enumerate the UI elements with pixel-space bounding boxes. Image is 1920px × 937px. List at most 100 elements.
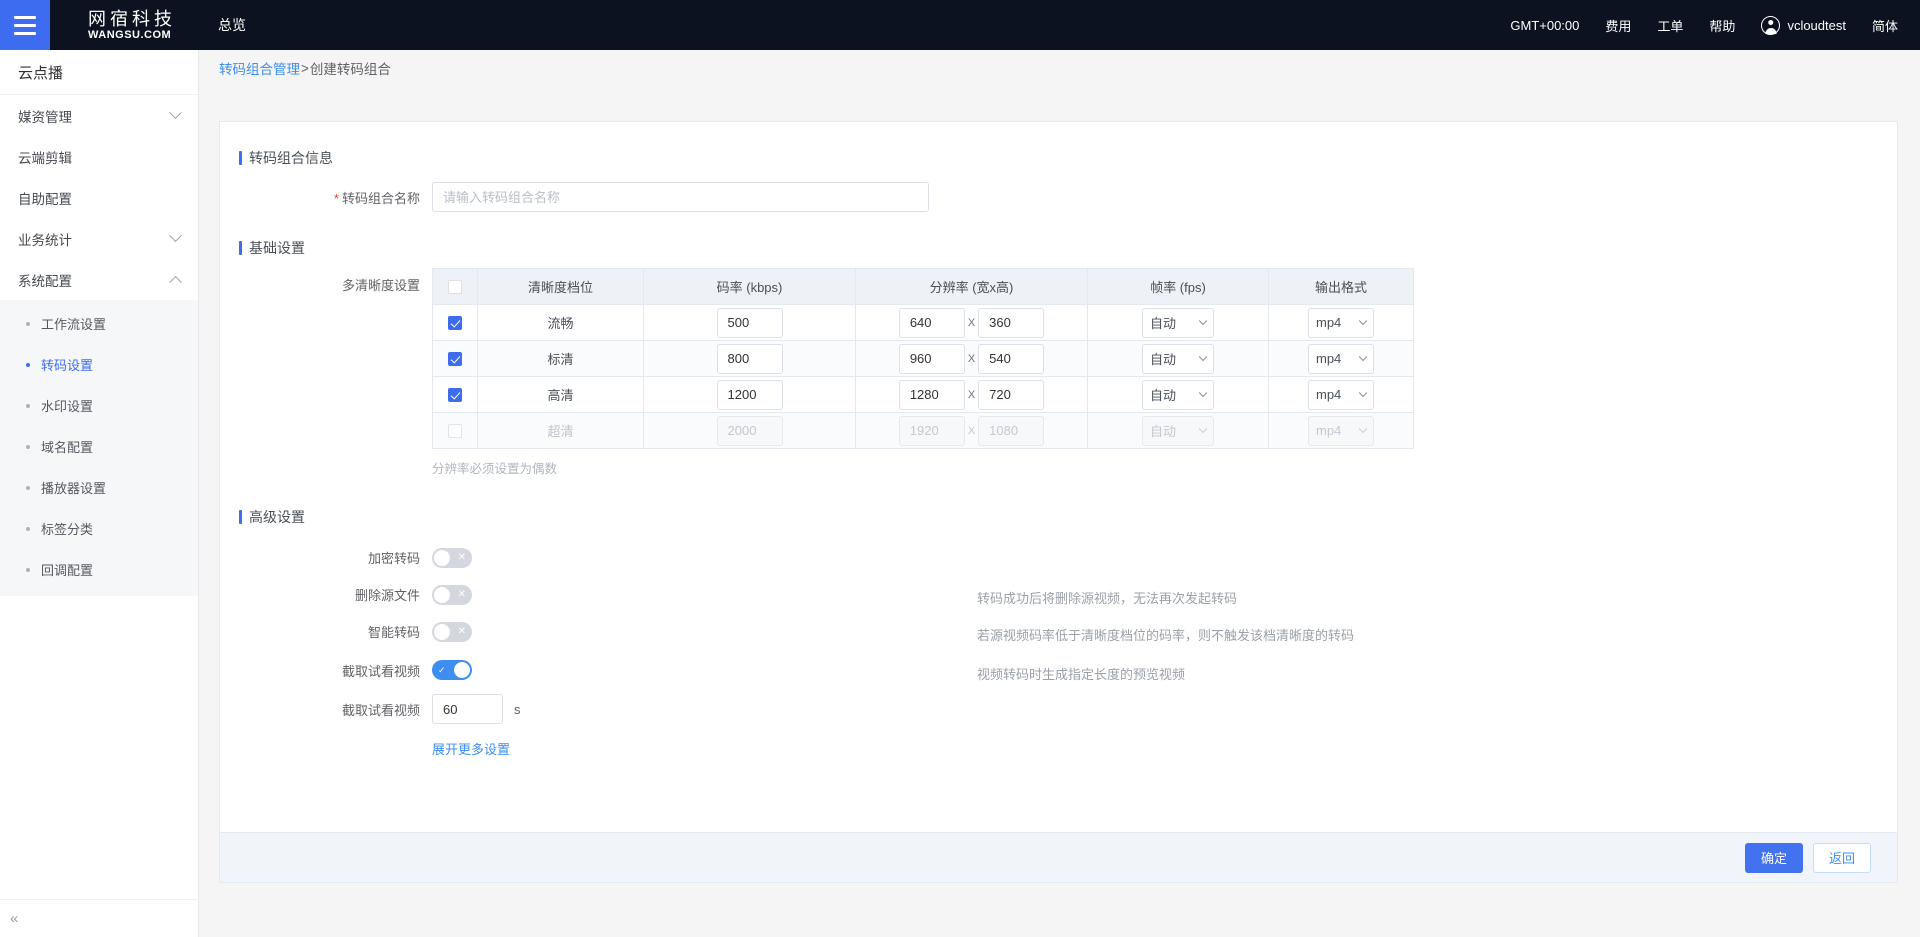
row-select-cell bbox=[432, 376, 478, 413]
quality-table-body: 流畅 X bbox=[432, 304, 1414, 449]
height-input[interactable] bbox=[978, 379, 1045, 410]
advanced-row-label: 加密转码 bbox=[367, 551, 420, 566]
sidebar-item-label: 云端剪辑 bbox=[18, 150, 72, 166]
toggle-on-icon: ✓ bbox=[438, 664, 446, 675]
sidebar-subitem-domain[interactable]: 域名配置 bbox=[0, 426, 198, 467]
confirm-button[interactable]: 确定 bbox=[1745, 842, 1803, 873]
form-card-body: 转码组合信息 *转码组合名称 基础设置 多清晰度设置 bbox=[220, 122, 1897, 832]
row-level-cell: 超清 bbox=[477, 412, 644, 449]
bitrate-input[interactable] bbox=[716, 307, 783, 338]
advanced-settings-group: 加密转码 ✕ 删除源文件 ✕ 转码成功后将删除源视频，无法再次发起转码 智能转码… bbox=[220, 539, 1897, 758]
select-all-checkbox[interactable] bbox=[448, 280, 462, 295]
encrypt-toggle[interactable]: ✕ bbox=[432, 547, 472, 568]
bullet-icon bbox=[26, 526, 30, 531]
sidebar-submenu: 工作流设置 转码设置 水印设置 域名配置 播放器设置 标签分类 回调配置 bbox=[0, 300, 198, 596]
sidebar-subitem-watermark[interactable]: 水印设置 bbox=[0, 385, 198, 426]
width-input[interactable] bbox=[898, 307, 965, 338]
topnav-ticket[interactable]: 工单 bbox=[1657, 16, 1683, 35]
col-header-resolution: 分辨率 (宽x高) bbox=[855, 268, 1088, 305]
advanced-row-label: 删除源文件 bbox=[354, 588, 420, 603]
chevron-down-icon bbox=[1358, 352, 1368, 361]
quality-table-head: 清晰度档位 码率 (kbps) 分辨率 (宽x高) 帧率 (fps) 输出格式 bbox=[432, 268, 1414, 305]
username-label: vcloudtest bbox=[1787, 17, 1846, 33]
sidebar-item-self-config[interactable]: 自助配置 bbox=[0, 177, 198, 218]
fps-select: 自动 bbox=[1142, 415, 1214, 446]
topnav-cost[interactable]: 费用 bbox=[1605, 16, 1631, 35]
combo-name-input[interactable] bbox=[432, 182, 929, 212]
brand-name-cn: 网宿科技 bbox=[88, 8, 176, 29]
row-format-cell: mp4 bbox=[1268, 304, 1414, 341]
bitrate-input[interactable] bbox=[716, 379, 783, 410]
delete-source-toggle[interactable]: ✕ bbox=[432, 584, 472, 605]
fps-select-value: 自动 bbox=[1150, 316, 1177, 331]
row-resolution-cell: X bbox=[855, 340, 1088, 377]
width-input[interactable] bbox=[898, 379, 965, 410]
sidebar-subitem-label: 播放器设置 bbox=[41, 481, 107, 496]
table-row: 标清 X bbox=[432, 340, 1414, 377]
form-footer: 确定 返回 bbox=[220, 832, 1897, 882]
height-input[interactable] bbox=[978, 307, 1045, 338]
sidebar-subitem-workflow[interactable]: 工作流设置 bbox=[0, 303, 198, 344]
advanced-row-controls: ✕ 转码成功后将删除源视频，无法再次发起转码 bbox=[432, 584, 1897, 606]
advanced-row-controls: ✓ 视频转码时生成指定长度的预览视频 bbox=[432, 660, 1897, 682]
quality-table: 清晰度档位 码率 (kbps) 分辨率 (宽x高) 帧率 (fps) 输出格式 bbox=[432, 268, 1414, 449]
row-fps-cell: 自动 bbox=[1087, 340, 1269, 377]
sidebar-item-label: 系统配置 bbox=[18, 273, 72, 289]
fps-select[interactable]: 自动 bbox=[1142, 379, 1214, 410]
bullet-icon bbox=[26, 321, 30, 326]
format-select[interactable]: mp4 bbox=[1308, 379, 1374, 410]
fps-select[interactable]: 自动 bbox=[1142, 307, 1214, 338]
toggle-off-icon: ✕ bbox=[457, 625, 466, 637]
sidebar-collapse-button[interactable]: « bbox=[0, 899, 199, 937]
row-checkbox[interactable] bbox=[448, 352, 462, 367]
preview-duration-input[interactable] bbox=[432, 694, 503, 724]
preview-clip-toggle[interactable]: ✓ bbox=[432, 660, 472, 680]
sidebar-item-cloud-edit[interactable]: 云端剪辑 bbox=[0, 136, 198, 177]
advanced-row-description: 转码成功后将删除源视频，无法再次发起转码 bbox=[977, 590, 1238, 606]
row-checkbox[interactable] bbox=[448, 388, 462, 403]
sidebar-item-media[interactable]: 媒资管理 bbox=[0, 95, 198, 136]
breadcrumb-separator: > bbox=[301, 60, 309, 76]
width-input[interactable] bbox=[898, 343, 965, 374]
brand-logo[interactable]: 网宿科技 WANGSU.COM bbox=[88, 10, 176, 41]
hamburger-icon[interactable] bbox=[0, 0, 50, 50]
hamburger-line bbox=[14, 15, 36, 19]
advanced-row-preview-clip: 截取试看视频 ✓ 视频转码时生成指定长度的预览视频 bbox=[220, 650, 1897, 690]
x-symbol: X bbox=[967, 424, 976, 437]
sidebar-subitem-label: 域名配置 bbox=[41, 440, 94, 455]
sidebar-item-statistics[interactable]: 业务统计 bbox=[0, 218, 198, 259]
sidebar-subitem-tags[interactable]: 标签分类 bbox=[0, 508, 198, 549]
back-button[interactable]: 返回 bbox=[1813, 842, 1871, 873]
row-checkbox[interactable] bbox=[448, 424, 462, 439]
format-select[interactable]: mp4 bbox=[1308, 343, 1374, 374]
sidebar-item-system-config[interactable]: 系统配置 bbox=[0, 259, 198, 300]
format-select[interactable]: mp4 bbox=[1308, 307, 1374, 338]
topbar-right-group: GMT+00:00 费用 工单 帮助 vcloudtest 简体 bbox=[1484, 15, 1920, 35]
sidebar-item-label: 媒资管理 bbox=[18, 109, 72, 125]
smart-transcode-toggle[interactable]: ✕ bbox=[432, 621, 472, 642]
chevron-down-icon bbox=[169, 229, 182, 243]
chevron-down-icon bbox=[1358, 316, 1368, 325]
quality-table-label: 多清晰度设置 bbox=[341, 278, 420, 293]
width-input bbox=[898, 415, 965, 446]
height-input[interactable] bbox=[978, 343, 1045, 374]
sidebar-subitem-transcode[interactable]: 转码设置 bbox=[0, 344, 198, 385]
sidebar-item-label: 业务统计 bbox=[18, 232, 72, 248]
bitrate-input[interactable] bbox=[716, 343, 783, 374]
row-select-cell bbox=[432, 304, 478, 341]
topnav-overview[interactable]: 总览 bbox=[218, 15, 246, 35]
sidebar-subitem-callback[interactable]: 回调配置 bbox=[0, 549, 198, 590]
timezone-label[interactable]: GMT+00:00 bbox=[1510, 18, 1579, 33]
topnav-help[interactable]: 帮助 bbox=[1709, 16, 1735, 35]
advanced-row-description: 视频转码时生成指定长度的预览视频 bbox=[977, 667, 1186, 682]
fps-select[interactable]: 自动 bbox=[1142, 343, 1214, 374]
sidebar-subitem-player[interactable]: 播放器设置 bbox=[0, 467, 198, 508]
expand-more-settings-link[interactable]: 展开更多设置 bbox=[220, 739, 1897, 758]
language-switch[interactable]: 简体 bbox=[1872, 16, 1898, 35]
row-format-cell: mp4 bbox=[1268, 340, 1414, 377]
main-content: 转码组合管理 > 创建转码组合 转码组合信息 *转码组合名称 基础设置 多清晰度… bbox=[200, 50, 1920, 937]
fps-select-value: 自动 bbox=[1150, 388, 1177, 403]
user-menu[interactable]: vcloudtest bbox=[1761, 15, 1846, 35]
breadcrumb-parent-link[interactable]: 转码组合管理 bbox=[219, 58, 300, 78]
row-checkbox[interactable] bbox=[448, 316, 462, 331]
